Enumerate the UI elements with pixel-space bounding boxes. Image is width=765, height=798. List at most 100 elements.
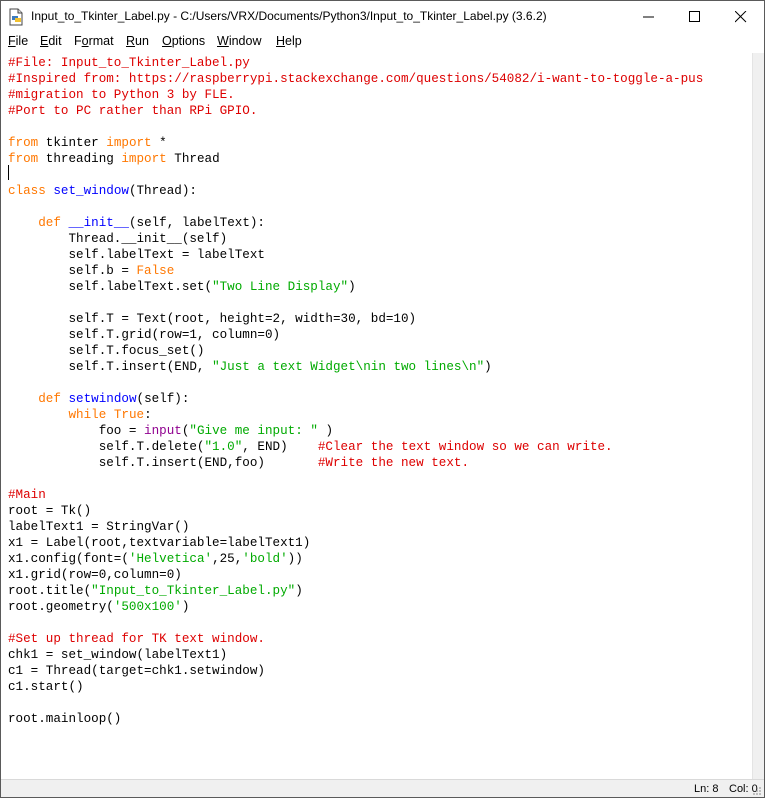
code-token: x1.grid(row=0,column=0) [8,568,182,582]
menu-help[interactable]: Help [276,34,302,48]
code-line: Thread.__init__(self) [8,231,227,247]
window-title: Input_to_Tkinter_Label.py - C:/Users/VRX… [31,9,547,23]
code-line: foo = input("Give me input: " ) [8,423,333,439]
code-token: )) [287,552,303,566]
text-cursor [8,165,9,180]
code-token: Thread [166,152,220,166]
maximize-icon [689,11,700,22]
code-token: tkinter [38,136,107,150]
code-token: self.T.grid(row=1, column=0) [8,328,281,342]
code-line: #File: Input_to_Tkinter_Label.py [8,55,250,71]
code-token: c1.start() [8,680,84,694]
code-line: x1.config(font=('Helvetica',25,'bold')) [8,551,303,567]
code-token-str: 'bold' [242,552,288,566]
vertical-scrollbar[interactable] [752,53,764,779]
code-token-comment: #File: Input_to_Tkinter_Label.py [8,56,250,70]
code-line: class set_window(Thread): [8,183,197,199]
code-token-str: "1.0" [204,440,243,454]
code-editor[interactable]: #File: Input_to_Tkinter_Label.py #Inspire… [1,53,752,779]
menu-bar: File Edit Format Run Options Window Help [1,32,764,52]
menu-format[interactable]: Format [74,34,114,48]
code-token-str: "Just a text Widget\nin two lines\n" [212,360,485,374]
code-token-comment: #Port to PC rather than RPi GPIO. [8,104,258,118]
menu-run[interactable]: Run [126,34,149,48]
code-token-comment: #migration to Python 3 by FLE. [8,88,235,102]
code-token: self.b = [8,264,137,278]
code-line: c1.start() [8,679,84,695]
minimize-button[interactable] [626,1,672,32]
code-token: ) [181,600,190,614]
menu-options[interactable]: Options [162,34,205,48]
idle-editor-window: Input_to_Tkinter_Label.py - C:/Users/VRX… [0,0,765,798]
code-token: ) [317,424,334,438]
code-token-comment: #Clear the text window so we can write. [317,440,613,454]
code-line: x1 = Label(root,textvariable=labelText1) [8,535,310,551]
code-line: self.T.insert(END,foo) #Write the new te… [8,455,469,471]
code-line: root.mainloop() [8,711,121,727]
code-token: (self): [136,392,190,406]
code-line: self.labelText = labelText [8,247,265,263]
status-bar: Ln: 8 Col: 0 [1,779,764,797]
code-token: threading [38,152,122,166]
code-token-str: "Two Line Display" [212,280,349,294]
code-token: ,25, [212,552,243,566]
code-line: self.T = Text(root, height=2, width=30, … [8,311,416,327]
code-line: root = Tk() [8,503,91,519]
code-token-kw: from [8,136,39,150]
code-token: root.geometry( [8,600,114,614]
code-line: from tkinter import * [8,135,167,151]
resize-grip-icon[interactable] [752,786,762,796]
code-token-kw: from [8,152,39,166]
code-token: chk1 = set_window(labelText1) [8,648,228,662]
code-token-kw: class [8,184,46,198]
title-bar[interactable]: Input_to_Tkinter_Label.py - C:/Users/VRX… [1,1,764,32]
code-token-kw: while [68,408,107,422]
code-line: self.labelText.set("Two Line Display") [8,279,355,295]
code-line: labelText1 = StringVar() [8,519,189,535]
code-token: self.T.insert(END, [8,360,213,374]
code-token-def: set_window [53,184,129,198]
line-number-indicator: Ln: 8 [694,783,719,795]
code-line: root.geometry('500x100') [8,599,189,615]
code-token-kw: import [106,136,152,150]
code-token: (self, labelText): [128,216,265,230]
close-button[interactable] [718,1,764,32]
code-line: #Port to PC rather than RPi GPIO. [8,103,257,119]
code-token: root.mainloop() [8,712,122,726]
code-line: while True: [8,407,152,423]
code-token-comment: #Inspired from: https://raspberrypi.stac… [8,72,704,86]
code-token: ) [484,360,492,374]
code-token: self.labelText = labelText [8,248,265,262]
code-token-str: "Input_to_Tkinter_Label.py" [91,584,296,598]
idle-file-icon [7,8,25,26]
minimize-icon [643,16,654,18]
code-token: self.labelText.set( [8,280,213,294]
code-token-kw: True [113,408,145,422]
code-token-def: setwindow [68,392,137,406]
code-token: self.T.delete( [8,440,205,454]
code-token: labelText1 = StringVar() [8,520,190,534]
code-token: x1.config(font=( [8,552,129,566]
code-line: def __init__(self, labelText): [8,215,265,231]
code-token: root = Tk() [8,504,92,518]
code-token-comment: #Set up thread for TK text window. [8,632,265,646]
code-line: self.b = False [8,263,174,279]
menu-file[interactable]: File [8,34,28,48]
menu-edit[interactable]: Edit [40,34,62,48]
close-icon [735,11,747,23]
code-token-kw: import [121,152,167,166]
code-line: self.T.focus_set() [8,343,204,359]
maximize-button[interactable] [672,1,718,32]
code-line: #Main [8,487,46,503]
menu-window[interactable]: Window [217,34,261,48]
code-token-comment: #Write the new text. [317,456,470,470]
code-token: : [144,408,152,422]
code-token: x1 = Label(root,textvariable=labelText1) [8,536,311,550]
code-line: #migration to Python 3 by FLE. [8,87,235,103]
code-line: def setwindow(self): [8,391,189,407]
code-line: self.T.grid(row=1, column=0) [8,327,280,343]
code-token: (Thread): [128,184,197,198]
